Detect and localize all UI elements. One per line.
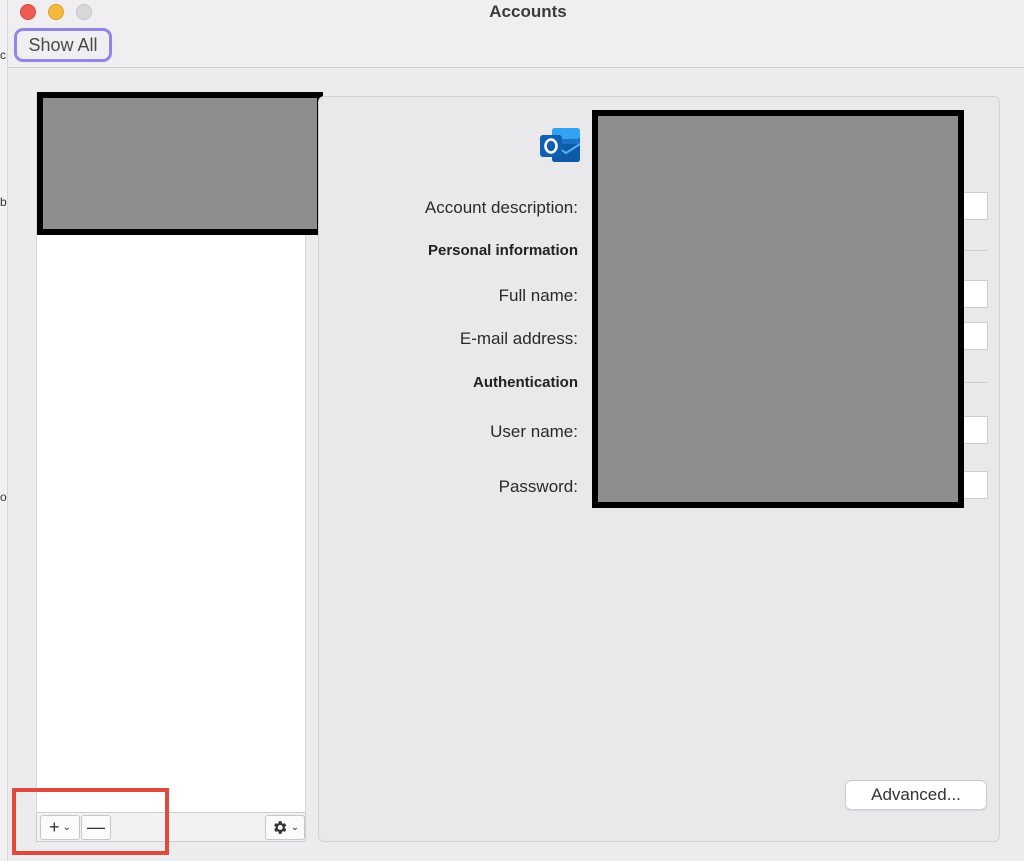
chevron-down-icon: ⌄ <box>290 822 300 833</box>
account-list-item-redacted[interactable] <box>37 92 323 235</box>
authentication-heading: Authentication <box>473 374 578 391</box>
background-text-fragment: b <box>0 195 7 209</box>
show-all-button[interactable]: Show All <box>14 28 112 62</box>
outlook-icon <box>540 128 581 162</box>
user-name-label: User name: <box>490 422 578 441</box>
password-label: Password: <box>498 477 578 496</box>
background-text-fragment: o <box>0 490 7 504</box>
gear-icon <box>273 821 287 834</box>
advanced-button[interactable]: Advanced... <box>845 780 987 810</box>
account-description-label: Account description: <box>424 198 578 217</box>
title-bar: Accounts Show All <box>8 0 1024 68</box>
add-remove-highlight <box>12 788 169 855</box>
accounts-window: Accounts Show All + ⌄ — ⌄ Account descri… <box>8 0 1024 861</box>
email-address-label: E-mail address: <box>459 329 578 348</box>
account-list[interactable] <box>36 92 323 812</box>
redacted-field-values <box>592 110 964 508</box>
background-text-fragment: c <box>0 48 6 62</box>
background-window-edge: c b o <box>0 0 8 861</box>
personal-information-heading: Personal information <box>427 242 578 259</box>
window-title: Accounts <box>489 2 567 21</box>
full-name-label: Full name: <box>498 286 578 305</box>
account-actions-button[interactable]: ⌄ <box>265 815 305 840</box>
